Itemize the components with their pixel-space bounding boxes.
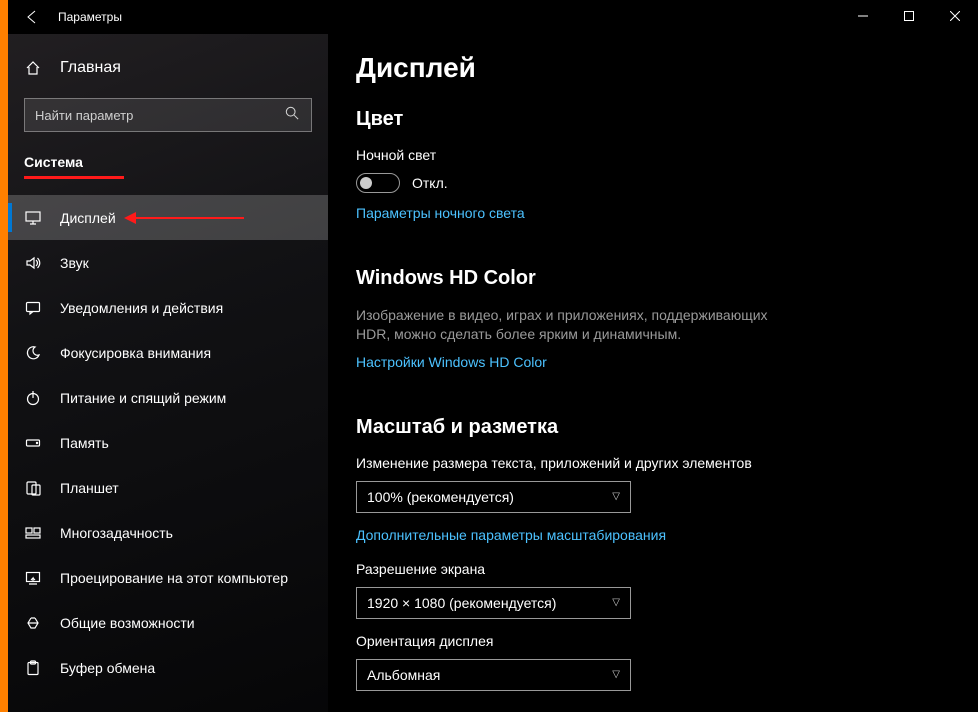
sidebar-item-label: Питание и спящий режим [60, 390, 226, 406]
maximize-button[interactable] [886, 0, 932, 32]
window-title: Параметры [58, 10, 122, 24]
multitask-icon [24, 525, 42, 541]
orientation-dropdown[interactable]: Альбомная ▽ [356, 659, 631, 691]
sidebar-item-tablet[interactable]: Планшет [8, 465, 328, 510]
minimize-button[interactable] [840, 0, 886, 32]
chevron-down-icon: ▽ [612, 491, 620, 502]
content-pane: Дисплей Цвет Ночной свет Откл. Параметры… [328, 34, 978, 712]
sidebar-item-label: Общие возможности [60, 615, 195, 631]
resolution-label: Разрешение экрана [356, 561, 950, 577]
sidebar-item-storage[interactable]: Память [8, 420, 328, 465]
sidebar-nav: Дисплей Звук Уведомления и действия [8, 195, 328, 690]
section-color-heading: Цвет [356, 108, 950, 131]
sidebar-item-clipboard[interactable]: Буфер обмена [8, 645, 328, 690]
project-icon [24, 570, 42, 586]
night-light-toggle[interactable] [356, 173, 400, 193]
sidebar-item-projecting[interactable]: Проецирование на этот компьютер [8, 555, 328, 600]
tablet-icon [24, 480, 42, 496]
power-icon [24, 390, 42, 406]
dropdown-value: Альбомная [367, 667, 440, 683]
titlebar: Параметры [8, 0, 978, 34]
speaker-icon [24, 255, 42, 271]
monitor-icon [24, 210, 42, 226]
orientation-label: Ориентация дисплея [356, 633, 950, 649]
page-title: Дисплей [356, 52, 950, 84]
chat-icon [24, 300, 42, 316]
settings-window: Параметры Главная Система [8, 0, 978, 712]
dropdown-value: 1920 × 1080 (рекомендуется) [367, 595, 556, 611]
night-light-settings-link[interactable]: Параметры ночного света [356, 205, 525, 221]
sidebar-item-power[interactable]: Питание и спящий режим [8, 375, 328, 420]
sidebar-item-label: Многозадачность [60, 525, 173, 541]
toggle-knob [360, 177, 372, 189]
moon-icon [24, 345, 42, 361]
sidebar-item-label: Фокусировка внимания [60, 345, 211, 361]
sidebar: Главная Система Дисплей Звук [8, 34, 328, 712]
home-icon [24, 60, 42, 76]
sidebar-home[interactable]: Главная [8, 50, 328, 86]
search-box[interactable] [24, 98, 312, 132]
sidebar-item-label: Дисплей [60, 210, 116, 226]
dropdown-value: 100% (рекомендуется) [367, 489, 514, 505]
window-controls [840, 0, 978, 32]
annotation-arrow [134, 217, 244, 219]
night-light-label: Ночной свет [356, 147, 950, 163]
night-light-state: Откл. [412, 175, 448, 191]
sidebar-group-label: Система [8, 136, 328, 174]
back-button[interactable] [16, 0, 50, 34]
scale-size-label: Изменение размера текста, приложений и д… [356, 455, 950, 471]
sidebar-item-label: Планшет [60, 480, 119, 496]
sidebar-item-shared[interactable]: Общие возможности [8, 600, 328, 645]
sidebar-item-multitask[interactable]: Многозадачность [8, 510, 328, 555]
sidebar-item-label: Память [60, 435, 109, 451]
sidebar-item-sound[interactable]: Звук [8, 240, 328, 285]
sidebar-home-label: Главная [60, 59, 121, 77]
sidebar-item-focus[interactable]: Фокусировка внимания [8, 330, 328, 375]
sidebar-item-label: Звук [60, 255, 89, 271]
search-icon [285, 106, 301, 125]
chevron-down-icon: ▽ [612, 669, 620, 680]
annotation-underline [24, 176, 124, 179]
hd-description: Изображение в видео, играх и приложениях… [356, 306, 776, 344]
advanced-scaling-link[interactable]: Дополнительные параметры масштабирования [356, 527, 666, 543]
sidebar-item-display[interactable]: Дисплей [8, 195, 328, 240]
sidebar-item-label: Проецирование на этот компьютер [60, 570, 288, 586]
section-scale-heading: Масштаб и разметка [356, 416, 950, 439]
search-input[interactable] [35, 108, 285, 123]
scale-size-dropdown[interactable]: 100% (рекомендуется) ▽ [356, 481, 631, 513]
resolution-dropdown[interactable]: 1920 × 1080 (рекомендуется) ▽ [356, 587, 631, 619]
close-button[interactable] [932, 0, 978, 32]
sidebar-item-label: Уведомления и действия [60, 300, 223, 316]
storage-icon [24, 435, 42, 451]
hd-settings-link[interactable]: Настройки Windows HD Color [356, 354, 547, 370]
sidebar-item-label: Буфер обмена [60, 660, 155, 676]
sidebar-item-notifications[interactable]: Уведомления и действия [8, 285, 328, 330]
clipboard-icon [24, 660, 42, 676]
window-edge [0, 0, 8, 712]
share-icon [24, 615, 42, 631]
section-hd-heading: Windows HD Color [356, 267, 950, 290]
chevron-down-icon: ▽ [612, 597, 620, 608]
